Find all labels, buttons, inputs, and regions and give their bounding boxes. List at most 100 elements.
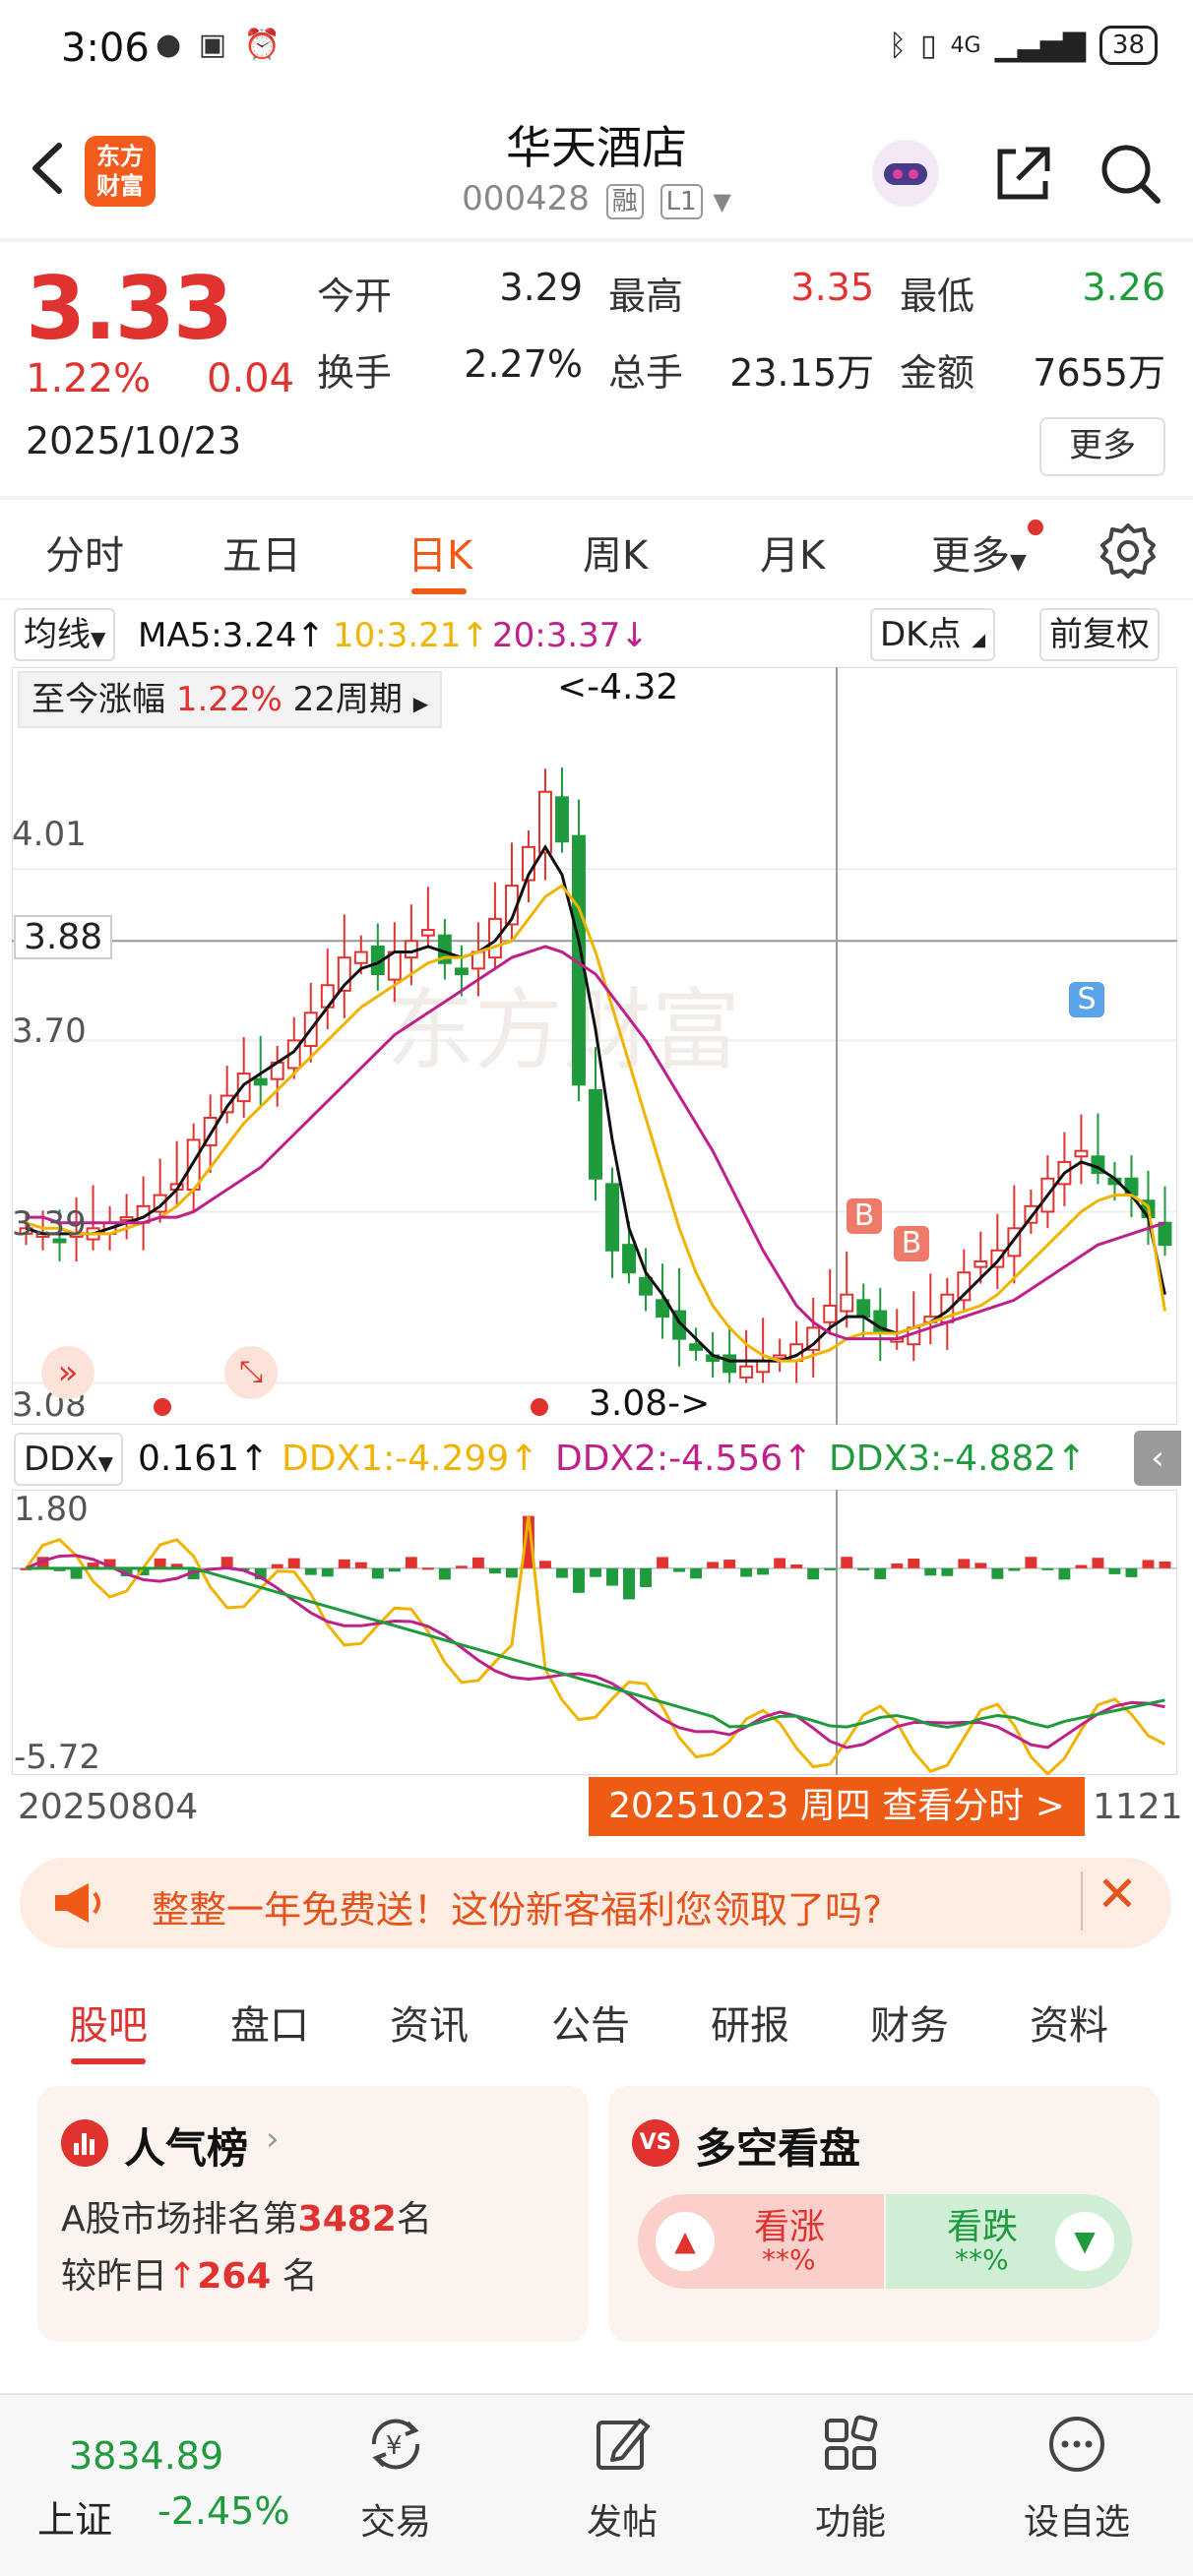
- ddx-bar: [505, 1567, 518, 1578]
- ddx-bar: [824, 1567, 837, 1570]
- index-ticker[interactable]: 3834.89 上证 -2.45%: [0, 2395, 315, 2576]
- vote-down-button[interactable]: 看跌 **% ▼: [886, 2194, 1132, 2289]
- index-name: 上证: [37, 2498, 113, 2542]
- share-icon[interactable]: [988, 138, 1059, 209]
- candle-body: [605, 1183, 619, 1252]
- nav-functions[interactable]: 功能: [772, 2395, 929, 2576]
- close-icon[interactable]: ✕: [1097, 1866, 1138, 1923]
- nav-post[interactable]: 发帖: [543, 2395, 701, 2576]
- ddx-bar: [488, 1567, 501, 1574]
- range-pct: 1.22%: [175, 680, 283, 719]
- ddx-bar: [573, 1567, 585, 1593]
- collapse-panel-icon[interactable]: ‹: [1134, 1431, 1181, 1486]
- network-label: 4G: [950, 32, 981, 58]
- ddx-bar: [271, 1564, 283, 1568]
- signal-icon: ▁▃▅▇: [994, 28, 1086, 63]
- ma-selector-label: 均线: [24, 615, 91, 654]
- ma-bar: 均线▼ MA5:3.24↑ 10:3.21↑ 20:3.37↓ DK点 ◢ 前复…: [0, 602, 1193, 667]
- nav-watchlist[interactable]: 设自选: [998, 2395, 1156, 2576]
- rank-value: 3482: [297, 2199, 397, 2239]
- candle-body: [622, 1244, 636, 1274]
- ddx1-value: DDX1:-4.299↑: [282, 1439, 539, 1479]
- level-tag: L1: [659, 184, 703, 219]
- tab-five-day[interactable]: 五日: [222, 523, 301, 581]
- tab-announcements[interactable]: 公告: [551, 1993, 630, 2051]
- low-value: 3.26: [1082, 266, 1165, 309]
- more-quote-button[interactable]: 更多: [1039, 417, 1165, 476]
- tab-intraday[interactable]: 分时: [45, 523, 124, 581]
- bull-bear-card[interactable]: VS 多空看盘 ▲ 看涨 **% 看跌 **% ▼: [608, 2086, 1160, 2342]
- tab-news[interactable]: 资讯: [390, 1993, 469, 2051]
- tabs-divider: [0, 598, 1193, 600]
- ddx-bar: [1041, 1567, 1054, 1570]
- ddx-bar: [1142, 1560, 1155, 1568]
- sell-signal-marker[interactable]: S: [1069, 982, 1104, 1017]
- nav-trade[interactable]: ¥ 交易: [317, 2395, 474, 2576]
- dk-point-label: DK点: [880, 615, 962, 654]
- low-price-marker: 3.08->: [589, 1383, 711, 1424]
- dk-point-button[interactable]: DK点 ◢: [870, 608, 996, 661]
- vote-up-label: 看涨: [754, 2207, 826, 2247]
- tab-finance[interactable]: 财务: [870, 1993, 949, 2051]
- ddx-bar: [757, 1567, 770, 1575]
- ddx-bar: [774, 1558, 786, 1568]
- quote-panel: 3.33 1.22% 0.04 2025/10/23 今开 3.29 最高 3.…: [0, 242, 1193, 496]
- buy-signal-marker[interactable]: B: [847, 1198, 882, 1234]
- kline-chart-svg[interactable]: 东方财富: [12, 667, 1177, 1425]
- popularity-card[interactable]: 人气榜 › A股市场排名第3482名 较昨日↑264 名: [37, 2086, 589, 2342]
- kline-chart[interactable]: 东方财富 至今涨幅 1.22% 22周期 ▶ 4.01 3.70 3.39 3.…: [12, 667, 1177, 1425]
- double-chevron-right-icon[interactable]: »: [41, 1346, 94, 1399]
- range-change-badge[interactable]: 至今涨幅 1.22% 22周期 ▶: [18, 671, 443, 728]
- more-dots-icon: [1049, 2417, 1104, 2472]
- tab-monthly-k[interactable]: 月K: [760, 523, 825, 581]
- low-label: 最低: [900, 275, 975, 318]
- gear-icon[interactable]: [1099, 521, 1158, 581]
- candle-body: [420, 929, 435, 937]
- arrow-up-icon: ↑: [167, 2256, 198, 2297]
- ddx-y-top: 1.80: [14, 1490, 89, 1529]
- triangle-down-icon: ▼: [1055, 2212, 1114, 2271]
- turnover-label: 换手: [317, 351, 393, 395]
- tab-weekly-k[interactable]: 周K: [583, 523, 648, 581]
- ddx-chart-svg[interactable]: [12, 1490, 1177, 1775]
- ddx-bar: [1058, 1567, 1071, 1580]
- vote-down-label: 看跌: [947, 2207, 1019, 2247]
- candle-body: [722, 1354, 737, 1374]
- ma20-value: 20:3.37↓: [492, 616, 649, 655]
- promo-banner[interactable]: 整整一年免费送！这份新客福利您领取了吗? ✕: [20, 1858, 1171, 1948]
- ddx-chart[interactable]: 1.80 -5.72: [12, 1490, 1177, 1777]
- view-intraday-tip[interactable]: 20251023 周四 查看分时 >: [589, 1777, 1085, 1836]
- grid-apps-icon: [825, 2415, 878, 2470]
- y-tick-4-01: 4.01: [12, 815, 87, 854]
- rank-change-suffix: 名: [282, 2256, 318, 2297]
- chevron-right-icon: ▶: [412, 692, 429, 715]
- candle-body: [353, 951, 368, 964]
- high-price-marker: <-4.32: [557, 667, 679, 707]
- adjust-button[interactable]: 前复权: [1039, 608, 1160, 661]
- candle-body: [1074, 1149, 1089, 1158]
- turnover-value: 2.27%: [464, 342, 583, 386]
- tab-profile[interactable]: 资料: [1030, 1993, 1108, 2051]
- vote-up-button[interactable]: ▲ 看涨 **%: [638, 2194, 884, 2289]
- high-value: 3.35: [790, 266, 874, 309]
- search-icon[interactable]: [1095, 138, 1165, 209]
- bottom-nav: 3834.89 上证 -2.45% ¥ 交易 发帖 功能 设自选: [0, 2393, 1193, 2576]
- kline-tabs: 分时 五日 日K 周K 月K 更多▼: [0, 502, 1193, 600]
- expand-arrows-icon[interactable]: ⤡: [224, 1346, 278, 1399]
- rank-change-value: 264: [197, 2256, 272, 2297]
- rank-change-prefix: 较昨日: [61, 2256, 168, 2297]
- ma-selector[interactable]: 均线▼: [14, 608, 116, 661]
- ddx-bar: [304, 1567, 317, 1575]
- buy-signal-marker-2[interactable]: B: [894, 1226, 929, 1261]
- ma5-value: MA5:3.24↑: [138, 616, 325, 655]
- ddx-selector[interactable]: DDX▼: [14, 1433, 124, 1486]
- tab-order-book[interactable]: 盘口: [230, 1993, 309, 2051]
- ddx-bar: [874, 1567, 887, 1579]
- tab-forum[interactable]: 股吧: [69, 1993, 148, 2051]
- tab-daily-k[interactable]: 日K: [408, 523, 472, 581]
- tab-research[interactable]: 研报: [711, 1993, 789, 2051]
- robot-avatar-icon[interactable]: [870, 138, 941, 209]
- ddx-bar: DDX▼ 0.161↑ DDX1:-4.299↑ DDX2:-4.556↑ DD…: [0, 1429, 1193, 1490]
- tab-more[interactable]: 更多▼: [931, 523, 1027, 581]
- index-value: 3834.89: [69, 2434, 224, 2478]
